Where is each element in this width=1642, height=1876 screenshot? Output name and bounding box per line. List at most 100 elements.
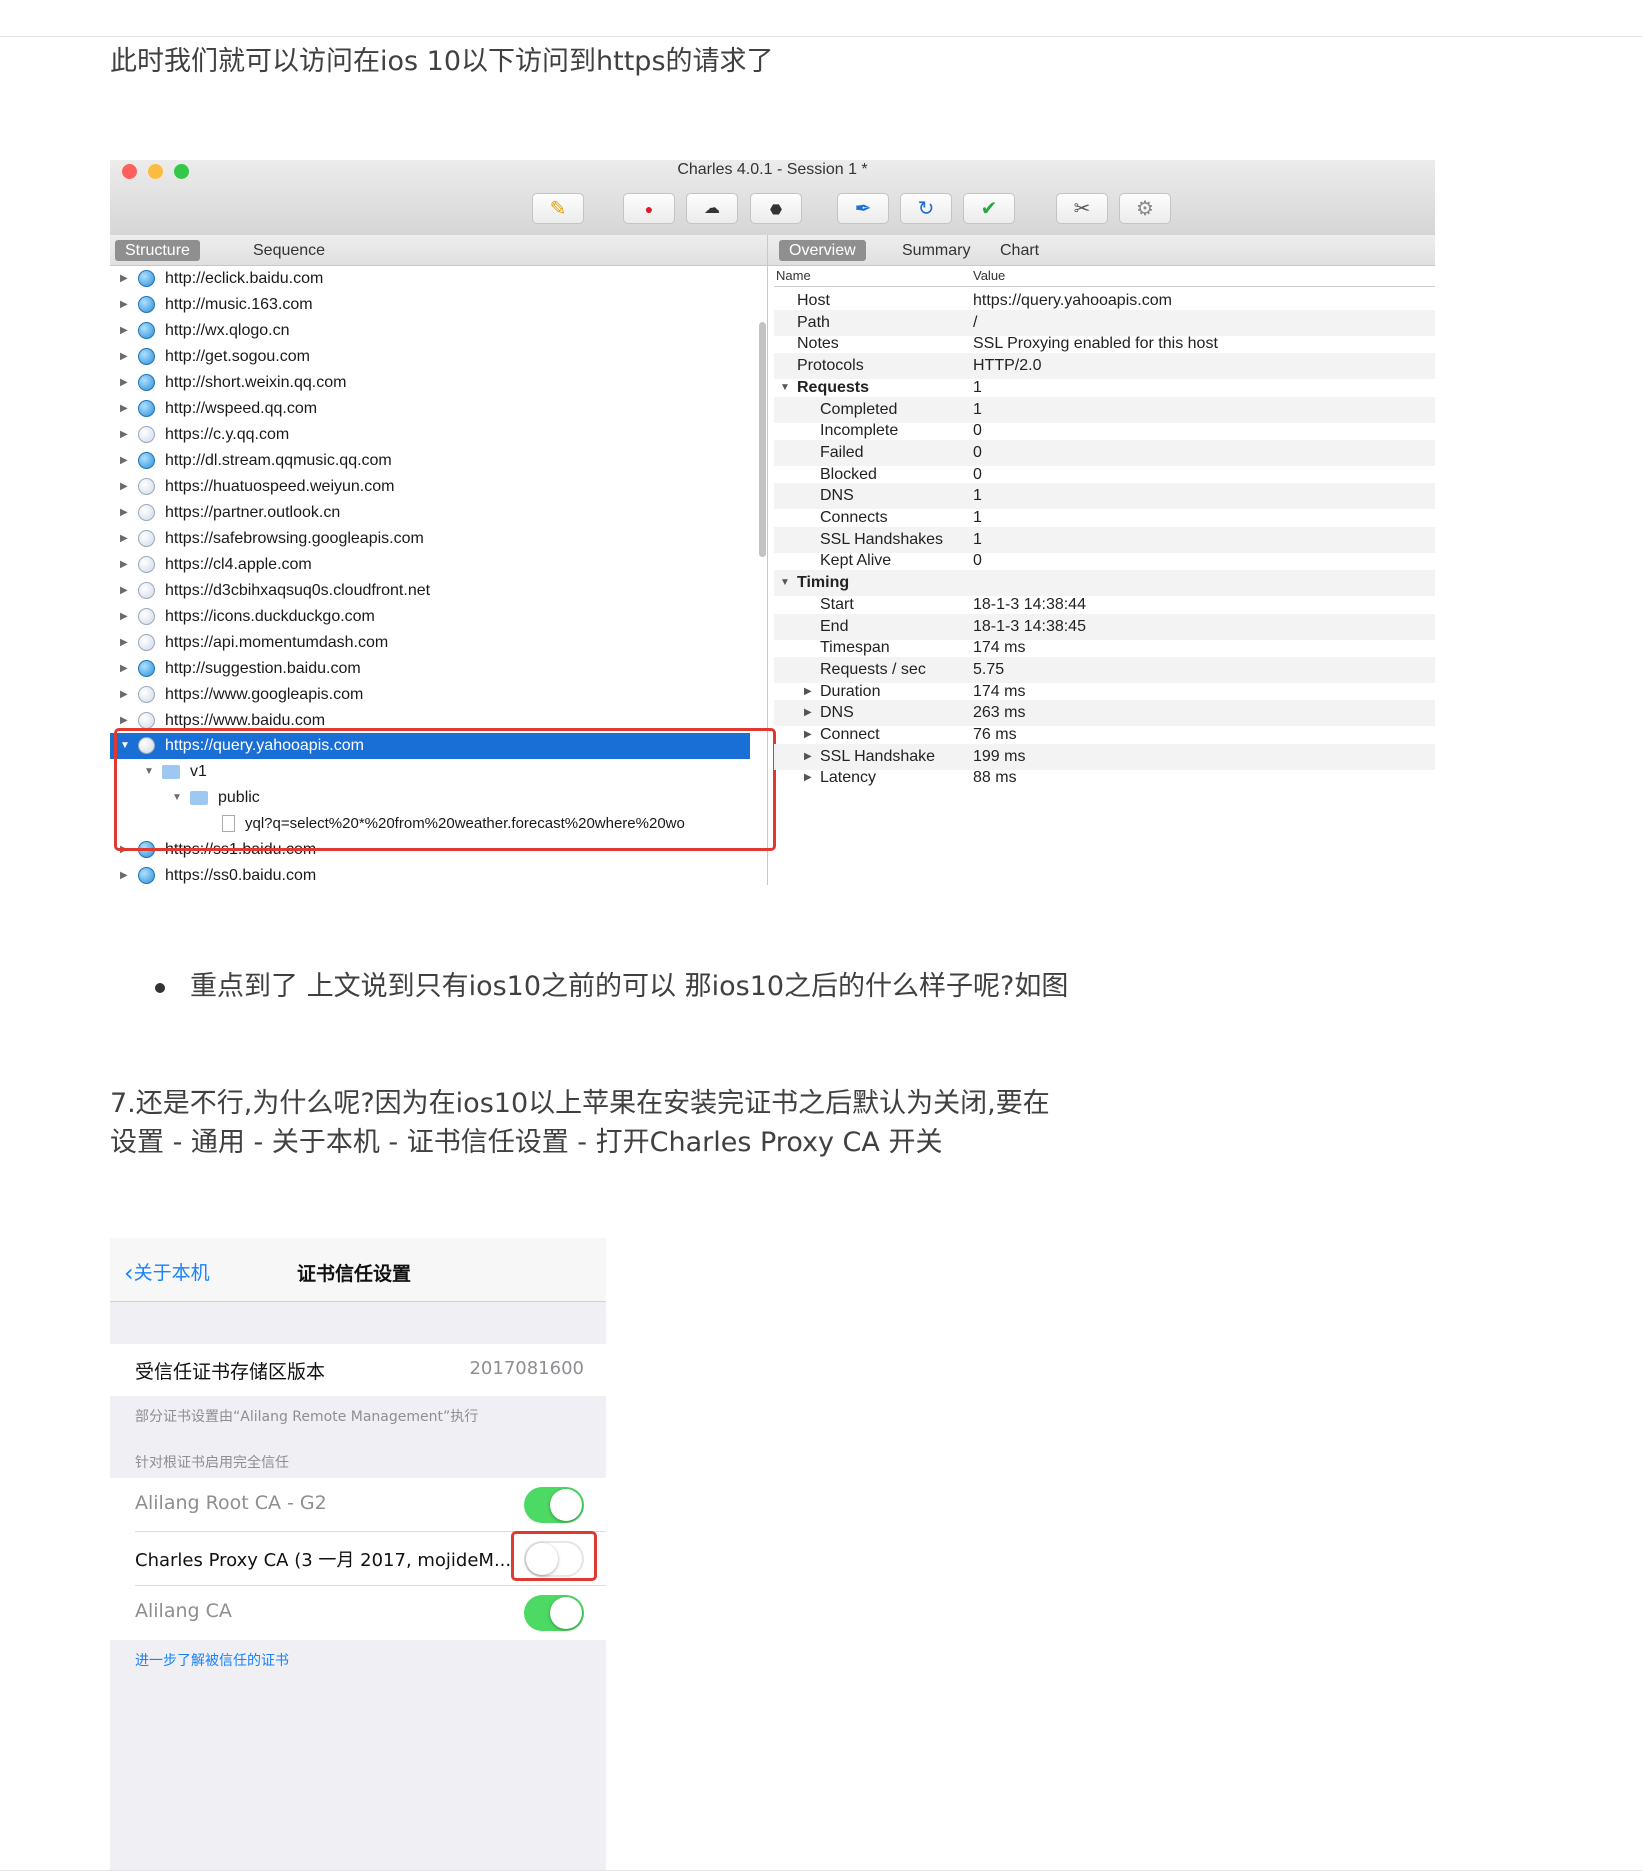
title-bar: Charles 4.0.1 - Session 1 * ✎ ● ☁ ⬣ ✒ ↻ …	[110, 160, 1435, 236]
ios-screenshot: ‹关于本机 证书信任设置 受信任证书存储区版本 2017081600 部分证书设…	[110, 1238, 606, 1870]
cert-trust-toggle[interactable]	[524, 1595, 584, 1631]
cert-trust-toggle[interactable]	[524, 1487, 584, 1523]
collapse-arrow-icon[interactable]: ▶	[120, 474, 128, 500]
collapse-arrow-icon[interactable]: ▶	[120, 448, 128, 474]
tree-row-host[interactable]: ▶ https://www.googleapis.com	[110, 682, 750, 708]
collapse-arrow-icon[interactable]: ▶	[120, 370, 128, 396]
https-globe-icon	[138, 608, 155, 625]
page-title: 证书信任设置	[297, 1263, 412, 1285]
highlight-box	[114, 728, 776, 851]
validate-button[interactable]: ✔	[963, 193, 1015, 224]
tree-row-host[interactable]: ▶ http://dl.stream.qqmusic.qq.com	[110, 448, 750, 474]
managed-note: 部分证书设置由“Alilang Remote Management”执行	[135, 1409, 479, 1425]
left-tab-bar: Structure Sequence	[110, 235, 767, 266]
trust-store-version-cell: 受信任证书存储区版本 2017081600	[110, 1344, 606, 1396]
tree-row-host[interactable]: ▶ https://d3cbihxaqsuq0s.cloudfront.net	[110, 578, 750, 604]
collapse-arrow-icon[interactable]: ▶	[120, 396, 128, 422]
http-globe-icon	[138, 348, 155, 365]
settings-icon: ⚙	[1136, 197, 1154, 220]
tree-row-host[interactable]: ▶ https://safebrowsing.googleapis.com	[110, 526, 750, 552]
cert-row-alilang-root: Alilang Root CA - G2	[110, 1478, 606, 1532]
stop-button[interactable]: ⬣	[750, 193, 802, 224]
compose-button[interactable]: ✒	[837, 193, 889, 224]
collapse-arrow-icon[interactable]: ▶	[120, 578, 128, 604]
step7-line1: 7.还是不行,为什么呢?因为在ios10以上苹果在安装完证书之后默认为关闭,要在	[110, 1088, 1050, 1119]
bullet-dot	[155, 983, 165, 993]
tree-row-host[interactable]: ▶ http://short.weixin.qq.com	[110, 370, 750, 396]
tree-row-host[interactable]: ▶ http://eclick.baidu.com	[110, 266, 750, 292]
tree-row-host[interactable]: ▶ https://partner.outlook.cn	[110, 500, 750, 526]
pen-icon: ✎	[549, 197, 567, 220]
collapse-arrow-icon[interactable]: ▶	[120, 630, 128, 656]
http-globe-icon	[138, 296, 155, 313]
back-button[interactable]: ‹关于本机	[124, 1258, 210, 1287]
top-divider	[0, 36, 1642, 37]
tools-button[interactable]: ✂	[1056, 193, 1108, 224]
ios-nav-bar: ‹关于本机 证书信任设置	[110, 1238, 606, 1302]
collapse-arrow-icon[interactable]: ▶	[120, 526, 128, 552]
collapse-arrow-icon[interactable]: ▶	[804, 765, 812, 791]
collapse-arrow-icon[interactable]: ▶	[120, 552, 128, 578]
pen-tool-button[interactable]: ✎	[532, 193, 584, 224]
tools-icon: ✂	[1073, 197, 1091, 220]
toggle-knob	[550, 1489, 582, 1521]
overview-row: ▶ Latency 88 ms	[774, 765, 1435, 791]
section-header: 针对根证书启用完全信任	[135, 1455, 289, 1471]
tree-row-host[interactable]: ▶ https://huatuospeed.weiyun.com	[110, 474, 750, 500]
collapse-arrow-icon[interactable]: ▶	[120, 292, 128, 318]
highlight-box	[511, 1531, 597, 1581]
step7-line2: 设置 - 通用 - 关于本机 - 证书信任设置 - 打开Charles Prox…	[110, 1127, 943, 1158]
http-globe-icon	[138, 322, 155, 339]
tree-row-host[interactable]: ▶ http://get.sogou.com	[110, 344, 750, 370]
tab-sequence[interactable]: Sequence	[243, 240, 335, 261]
tree-row-host[interactable]: ▶ https://icons.duckduckgo.com	[110, 604, 750, 630]
collapse-arrow-icon[interactable]: ▶	[120, 422, 128, 448]
collapse-arrow-icon[interactable]: ▶	[120, 266, 128, 292]
http-globe-icon	[138, 660, 155, 677]
https-globe-icon	[138, 686, 155, 703]
bullet-text: 重点到了 上文说到只有ios10之前的可以 那ios10之后的什么样子呢?如图	[190, 971, 1069, 1002]
collapse-arrow-icon[interactable]: ▶	[120, 656, 128, 682]
collapse-arrow-icon[interactable]: ▶	[120, 500, 128, 526]
tree-row-host[interactable]: ▶ https://api.momentumdash.com	[110, 630, 750, 656]
collapse-arrow-icon[interactable]: ▶	[120, 318, 128, 344]
https-globe-icon	[138, 712, 155, 729]
record-icon: ●	[644, 200, 654, 217]
tab-structure[interactable]: Structure	[115, 240, 200, 261]
throttle-icon: ☁	[704, 199, 720, 217]
tree-row-host[interactable]: ▶ http://music.163.com	[110, 292, 750, 318]
tree-row-host[interactable]: ▶ https://ss0.baidu.com	[110, 863, 750, 885]
structure-tree: ▶ https://www.baidu.com ▶ https://www.googl…	[110, 266, 776, 885]
tab-summary[interactable]: Summary	[892, 240, 980, 261]
overview-panel: Name Value Host https://query.yahooapis.c…	[774, 266, 1435, 885]
tab-overview[interactable]: Overview	[779, 240, 866, 261]
collapse-arrow-icon[interactable]: ▶	[120, 604, 128, 630]
refresh-button[interactable]: ↻	[900, 193, 952, 224]
window-title: Charles 4.0.1 - Session 1 *	[677, 161, 868, 178]
collapse-arrow-icon[interactable]: ▶	[120, 682, 128, 708]
http-globe-icon	[138, 867, 155, 884]
tree-row-host[interactable]: ▶ http://wspeed.qq.com	[110, 396, 750, 422]
right-tab-bar: Overview Summary Chart	[768, 235, 1435, 266]
http-globe-icon	[138, 374, 155, 391]
tree-row-host[interactable]: ▶ http://wx.qlogo.cn	[110, 318, 750, 344]
collapse-arrow-icon[interactable]: ▶	[120, 863, 128, 885]
validate-icon: ✔	[980, 197, 998, 220]
overview-table-header: Name Value	[774, 266, 1435, 287]
tree-row-host[interactable]: ▶ https://c.y.qq.com	[110, 422, 750, 448]
charles-screenshot: Charles 4.0.1 - Session 1 * ✎ ● ☁ ⬣ ✒ ↻ …	[110, 160, 1435, 885]
bottom-divider	[0, 1870, 1642, 1871]
settings-button[interactable]: ⚙	[1119, 193, 1171, 224]
https-globe-icon	[138, 556, 155, 573]
https-globe-icon	[138, 530, 155, 547]
record-button[interactable]: ●	[623, 193, 675, 224]
https-globe-icon	[138, 478, 155, 495]
collapse-arrow-icon[interactable]: ▶	[120, 344, 128, 370]
throttle-button[interactable]: ☁	[686, 193, 738, 224]
https-globe-icon	[138, 634, 155, 651]
tab-chart[interactable]: Chart	[990, 240, 1049, 261]
learn-more-link[interactable]: 进一步了解被信任的证书	[135, 1650, 289, 1670]
refresh-icon: ↻	[917, 197, 935, 220]
tree-row-host[interactable]: ▶ https://cl4.apple.com	[110, 552, 750, 578]
tree-row-host[interactable]: ▶ http://suggestion.baidu.com	[110, 656, 750, 682]
